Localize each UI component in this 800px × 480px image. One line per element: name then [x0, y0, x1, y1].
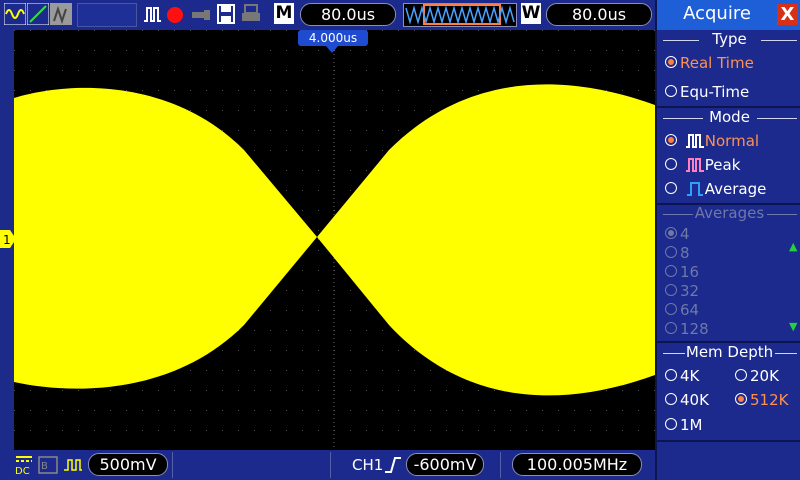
- type-section-title: Type: [712, 30, 747, 48]
- radio-icon: [665, 158, 677, 170]
- mem-depth-option-1m[interactable]: 1M: [665, 416, 703, 434]
- print-icon[interactable]: [240, 3, 262, 25]
- divider: [330, 452, 331, 478]
- status-box: [77, 3, 137, 27]
- mode-option-peak[interactable]: Peak: [665, 156, 740, 174]
- channel-wave-icon[interactable]: [3, 2, 27, 26]
- trigger-channel: CH1: [352, 456, 384, 474]
- radio-icon: [665, 85, 677, 97]
- main-timebase[interactable]: 80.0us: [300, 3, 396, 26]
- divider: [500, 452, 501, 478]
- radio-icon: [665, 418, 677, 430]
- mode-option-normal[interactable]: Normal: [665, 132, 759, 150]
- radio-icon: [665, 284, 677, 296]
- svg-text:DC: DC: [15, 466, 30, 476]
- record-icon[interactable]: [165, 3, 185, 25]
- radio-selected-icon: [665, 227, 677, 239]
- invert-icon: [62, 456, 84, 474]
- svg-text:B: B: [41, 461, 48, 472]
- radio-selected-icon: [665, 56, 677, 68]
- radio-selected-icon: [665, 134, 677, 146]
- ch1-volts-div[interactable]: 500mV: [88, 453, 168, 476]
- averages-option-16: 16: [665, 263, 699, 281]
- averages-option-8: 8: [665, 244, 690, 262]
- radio-icon: [665, 265, 677, 277]
- averages-option-32: 32: [665, 282, 699, 300]
- mem-depth-option-40k[interactable]: 40K: [665, 391, 709, 409]
- average-mode-icon: [686, 182, 703, 196]
- scroll-up-icon[interactable]: ▲: [789, 240, 797, 253]
- divider: [172, 452, 173, 478]
- normal-mode-icon: [685, 134, 704, 148]
- mem-depth-option-512k[interactable]: 512K: [735, 391, 788, 409]
- usb-icon: [190, 3, 212, 25]
- radio-icon: [665, 246, 677, 258]
- divider: [657, 440, 800, 442]
- panel-title: Acquire: [683, 3, 751, 24]
- window-timebase[interactable]: 80.0us: [546, 3, 652, 26]
- memory-window-bar[interactable]: [403, 3, 517, 27]
- svg-text:1: 1: [3, 233, 11, 247]
- scroll-down-icon[interactable]: ▼: [789, 320, 797, 333]
- ch1-level-marker[interactable]: 1: [0, 230, 16, 248]
- mode-option-average[interactable]: Average: [665, 180, 766, 198]
- save-icon[interactable]: [216, 3, 236, 25]
- mem-depth-option-4k[interactable]: 4K: [665, 367, 699, 385]
- w-label: W: [521, 3, 541, 24]
- radio-icon: [665, 369, 677, 381]
- mem-depth-option-20k[interactable]: 20K: [735, 367, 779, 385]
- m-label: M: [274, 3, 294, 24]
- close-button[interactable]: X: [777, 4, 798, 25]
- trigger-level[interactable]: -600mV: [406, 453, 484, 476]
- type-option-equ-time[interactable]: Equ-Time: [665, 83, 749, 101]
- waveform-display[interactable]: [14, 30, 655, 450]
- trigger-position-arrow: [326, 46, 338, 53]
- rising-edge-icon: [384, 454, 402, 476]
- averages-option-4: 4: [665, 225, 690, 243]
- dc-coupling-icon: DC: [14, 454, 34, 477]
- radio-icon: [665, 393, 677, 405]
- trigger-position-label[interactable]: 4.000us: [298, 30, 368, 46]
- acquire-menu-panel: Acquire X Type Real Time Equ-Time Mode N…: [655, 0, 800, 480]
- peak-mode-icon: [685, 158, 704, 172]
- averages-section-title: Averages: [694, 204, 765, 222]
- averages-option-64: 64: [665, 301, 699, 319]
- mem-depth-section-title: Mem Depth: [685, 343, 774, 361]
- radio-icon: [735, 369, 747, 381]
- mode-section-title: Mode: [709, 108, 750, 126]
- radio-icon: [665, 322, 677, 334]
- frequency-counter: 100.005MHz: [512, 453, 642, 476]
- radio-icon: [665, 182, 677, 194]
- ref-wave-icon[interactable]: [50, 3, 72, 25]
- panel-header: Acquire X: [657, 0, 800, 30]
- math-wave-icon[interactable]: [26, 2, 50, 26]
- type-option-real-time[interactable]: Real Time: [665, 54, 754, 72]
- averages-option-128: 128: [665, 320, 709, 338]
- run-icon[interactable]: [142, 3, 162, 25]
- radio-selected-icon: [735, 393, 747, 405]
- radio-icon: [665, 303, 677, 315]
- bw-limit-icon: B: [38, 456, 58, 474]
- waveform-svg: [14, 30, 655, 450]
